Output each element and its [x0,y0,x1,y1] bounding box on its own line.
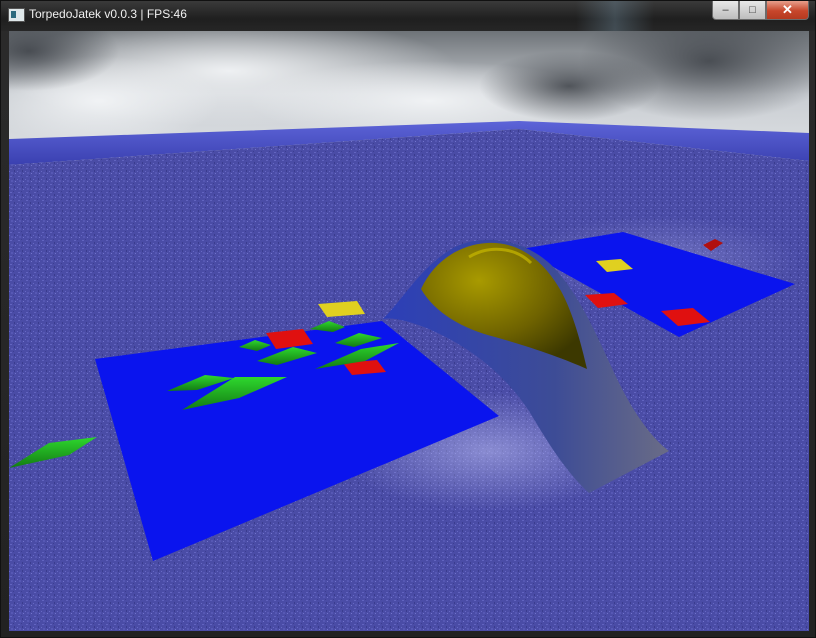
window-title: TorpedoJatek v0.0.3 | FPS:46 [29,7,187,21]
titlebar-reflection [576,1,706,31]
app-icon [8,8,25,22]
close-icon: ✕ [782,2,793,17]
game-viewport[interactable] [9,31,809,631]
close-button[interactable]: ✕ [766,1,809,20]
maximize-button[interactable]: □ [739,1,766,20]
minimize-icon: – [722,4,729,16]
scene-canvas [9,31,809,631]
window-controls: – □ ✕ [712,1,809,22]
maximize-icon: □ [749,4,756,16]
title-bar[interactable]: TorpedoJatek v0.0.3 | FPS:46 – □ ✕ [1,1,815,31]
game-window: TorpedoJatek v0.0.3 | FPS:46 – □ ✕ [0,0,816,638]
minimize-button[interactable]: – [712,1,739,20]
